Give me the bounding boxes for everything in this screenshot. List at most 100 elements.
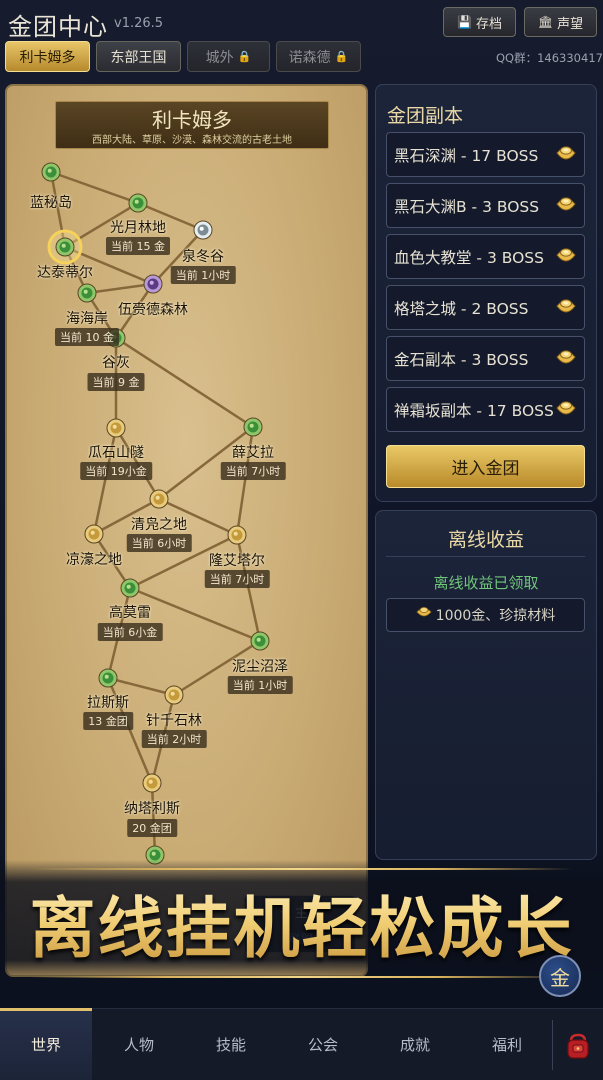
nav-tab[interactable]: 公会 (277, 1008, 369, 1080)
map-node-name[interactable]: 光月林地 (110, 217, 166, 237)
reputation-button-label: 声望 (557, 16, 584, 32)
region-tab-label: 利卡姆多 (19, 49, 76, 66)
nav-tab[interactable]: 福利 (461, 1008, 553, 1080)
map-node-name[interactable]: 高莫雷 (109, 602, 151, 622)
gold-ingot-icon (555, 195, 577, 217)
map-node-name[interactable]: 海海岸 (66, 308, 108, 328)
map-node-name[interactable]: 针千石林 (146, 710, 202, 730)
dungeon-item-label: 格塔之城 - 2 BOSS (394, 300, 529, 318)
save-button[interactable]: 💾 存档 (443, 7, 516, 37)
map-node-glint (233, 531, 238, 536)
offline-status: 离线收益已领取 (433, 574, 539, 592)
map-node[interactable] (77, 283, 97, 303)
map-node-glint (104, 674, 109, 679)
save-button-label: 存档 (475, 16, 502, 32)
bank-icon: 🏛 (537, 15, 554, 29)
map-node-name[interactable]: 瓜石山隧 (88, 442, 144, 462)
map-node-glint (151, 851, 156, 856)
map-node-status: 当前 7小时 (204, 570, 270, 588)
map-node[interactable] (250, 631, 270, 651)
nav-tab[interactable]: 人物 (93, 1008, 185, 1080)
map-node-name[interactable]: 泉冬谷 (182, 246, 224, 266)
map-node[interactable] (149, 489, 169, 509)
nav-tab[interactable]: 成就 (369, 1008, 461, 1080)
dungeon-item[interactable]: 金石副本 - 3 BOSS (386, 336, 585, 381)
lock-icon: 🔒 (334, 50, 349, 63)
region-tab-label: 城外 (205, 49, 234, 66)
map-node-status: 当前 9 金 (87, 373, 145, 391)
dungeon-item-label: 金石副本 - 3 BOSS (394, 351, 529, 369)
map-node-glint (170, 691, 175, 696)
region-tab-eastern-kingdom[interactable]: 东部王国 (96, 41, 181, 72)
app-root: 金团中心 v1.26.5 💾 存档 🏛 声望 QQ群：146330417 利卡姆… (0, 0, 603, 1080)
map-node[interactable] (84, 524, 104, 544)
map-node-name[interactable]: 凉濠之地 (66, 549, 122, 569)
map-node[interactable] (106, 418, 126, 438)
gold-coin-button[interactable]: 金 (539, 955, 581, 997)
map-node[interactable] (143, 274, 163, 294)
map-node-status: 20 金团 (127, 819, 177, 837)
map-node-name[interactable]: 纳塔利斯 (124, 798, 180, 818)
map-node-name[interactable]: 伍赍德森林 (118, 299, 188, 319)
region-tab-northrend[interactable]: 诺森德 🔒 (276, 41, 361, 72)
gold-ingot-icon (555, 399, 577, 421)
offline-divider (386, 556, 585, 557)
map-node[interactable] (120, 578, 140, 598)
map-node-glint (256, 637, 261, 642)
map-node-glint (249, 423, 254, 428)
map-node-glint (149, 280, 154, 285)
map-node[interactable] (142, 773, 162, 793)
gold-ingot-icon (416, 606, 432, 624)
nav-tab[interactable]: 世界 (0, 1008, 92, 1080)
promo-top-line (30, 868, 573, 870)
map-node-glint (90, 530, 95, 535)
dungeon-item-label: 禅霜坂副本 - 17 BOSS (394, 402, 554, 420)
region-tab-outland[interactable]: 城外 🔒 (187, 41, 270, 72)
enter-raid-button[interactable]: 进入金团 (386, 445, 585, 488)
map-node-name[interactable]: 隆艾塔尔 (209, 550, 265, 570)
map-route-graph (41, 162, 270, 865)
map-node-status: 当前 1小时 (170, 266, 236, 284)
map-node[interactable] (227, 525, 247, 545)
dungeon-item[interactable]: 黑石大渊B - 3 BOSS (386, 183, 585, 228)
map-node-status: 13 金团 (83, 712, 133, 730)
map-node[interactable] (98, 668, 118, 688)
world-map-panel: 利卡姆多 西部大陆、草原、沙漠、森林交流的古老土地 蓝秘岛 光月林地 当前 15 金… (5, 84, 368, 977)
nav-tab[interactable]: 技能 (185, 1008, 277, 1080)
promo-bottom-line (30, 976, 573, 978)
map-node-name[interactable]: 拉斯斯 (87, 692, 129, 712)
dungeon-panel-title: 金团副本 (387, 105, 464, 127)
map-node-name[interactable]: 谷灰 (102, 352, 130, 372)
reputation-button[interactable]: 🏛 声望 (524, 7, 597, 37)
app-version: v1.26.5 (114, 16, 164, 31)
map-node-name[interactable]: 达泰蒂尔 (37, 262, 93, 282)
gold-ingot-icon (555, 246, 577, 268)
map-node[interactable] (47, 229, 83, 265)
map-node-name[interactable]: 蓝秘岛 (30, 192, 72, 212)
map-node-name[interactable]: 薛艾拉 (232, 442, 274, 462)
map-node[interactable] (164, 685, 184, 705)
map-node-status: 当前 19小金 (80, 462, 152, 480)
region-tab-likamuduo[interactable]: 利卡姆多 (5, 41, 90, 72)
map-node[interactable] (41, 162, 61, 182)
map-node-name[interactable]: 泥尘沼泽 (232, 656, 288, 676)
map-node-glint (148, 779, 153, 784)
map-node-name[interactable]: 清凫之地 (131, 514, 187, 534)
dungeon-item[interactable]: 格塔之城 - 2 BOSS (386, 285, 585, 330)
dungeon-item[interactable]: 黑石深渊 - 17 BOSS (386, 132, 585, 177)
dungeon-item-label: 黑石大渊B - 3 BOSS (394, 198, 540, 216)
gold-ingot-icon (555, 297, 577, 319)
backpack-icon[interactable] (562, 1030, 594, 1062)
dungeon-item[interactable]: 禅霜坂副本 - 17 BOSS (386, 387, 585, 432)
map-route-line (86, 282, 154, 295)
promo-slogan: 离线挂机轻松成长 (0, 875, 603, 971)
region-tab-label: 诺森德 (288, 49, 331, 66)
map-node-status: 当前 15 金 (106, 237, 170, 255)
offline-reward: 1000金、珍掠材料 (386, 598, 585, 632)
dungeon-item[interactable]: 血色大教堂 - 3 BOSS (386, 234, 585, 279)
map-node[interactable] (193, 220, 213, 240)
map-node[interactable] (128, 193, 148, 213)
offline-panel (375, 510, 597, 860)
map-node[interactable] (243, 417, 263, 437)
qq-group-text: QQ群：146330417 (496, 51, 603, 65)
